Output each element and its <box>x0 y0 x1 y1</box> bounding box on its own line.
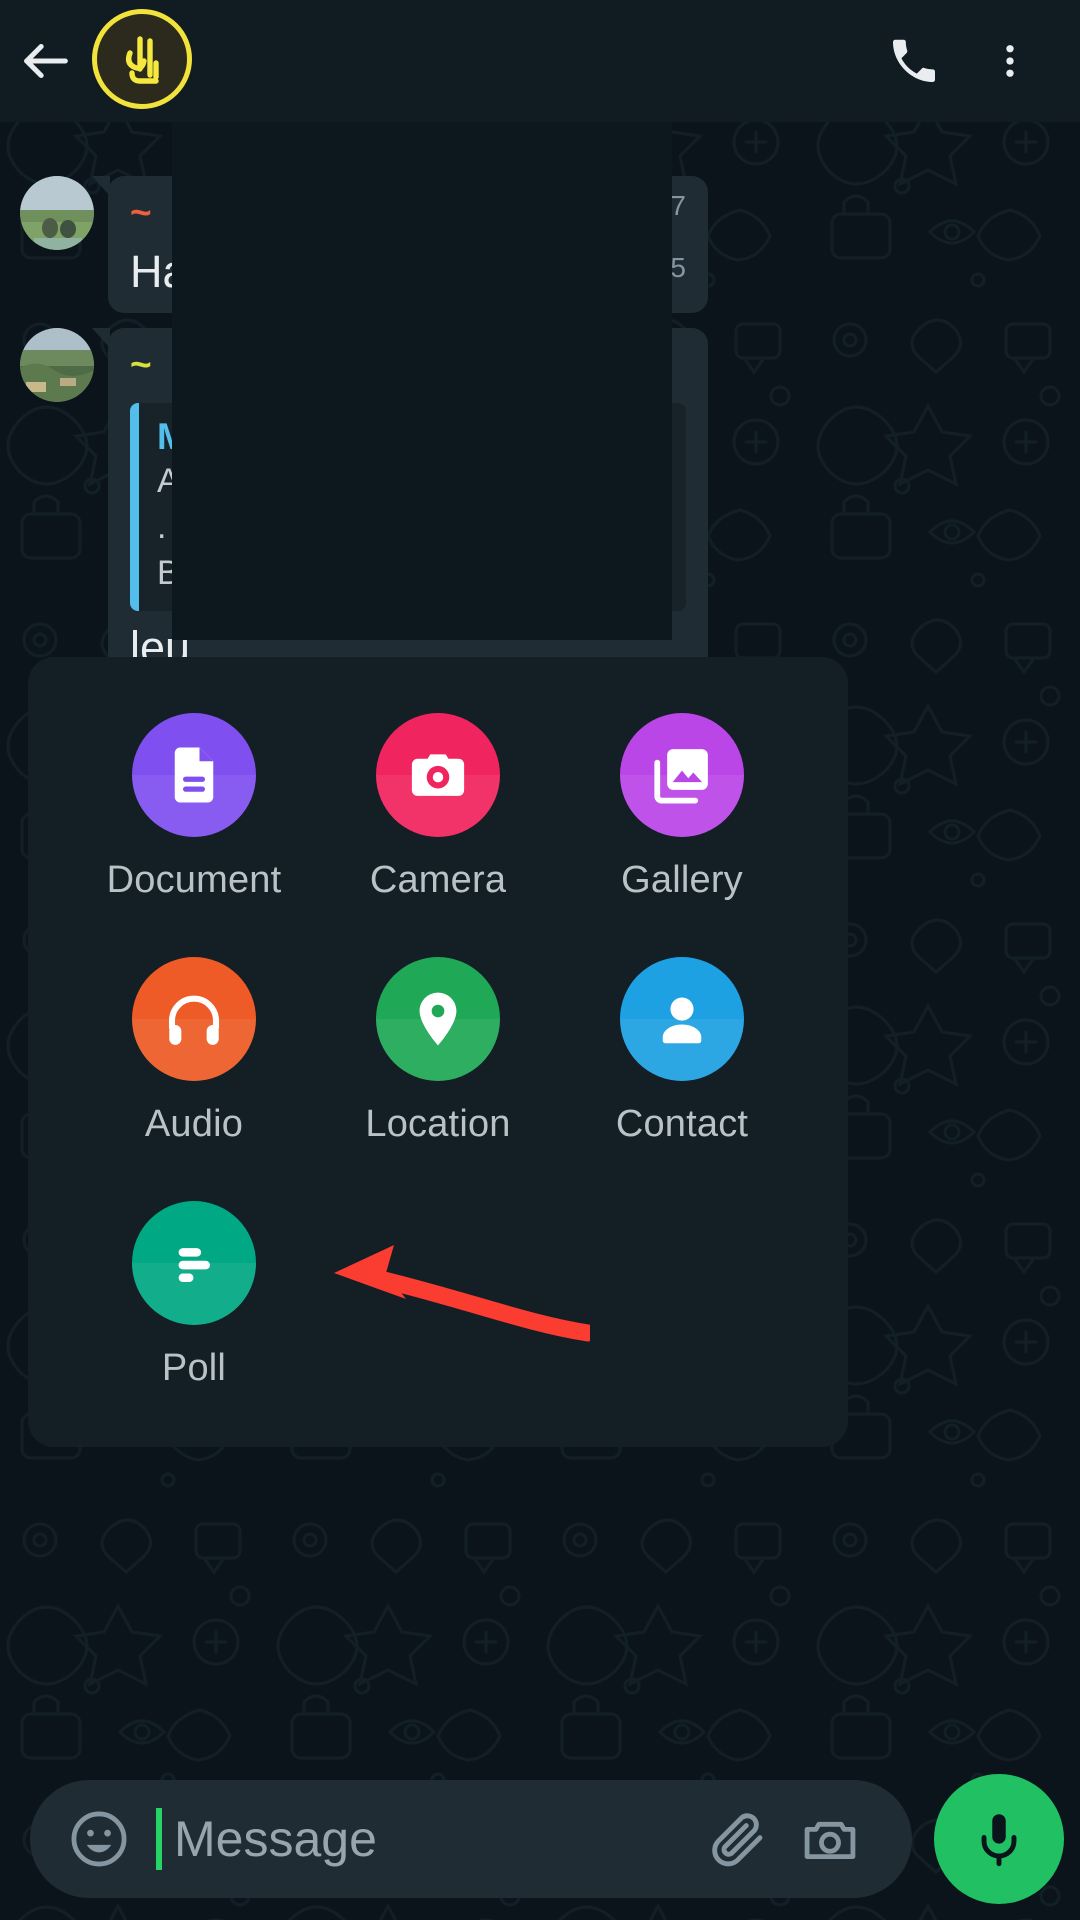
document-icon <box>174 747 214 803</box>
poll-button[interactable] <box>132 1201 256 1325</box>
contact-avatar[interactable] <box>92 9 196 113</box>
attachment-option-poll[interactable]: Poll <box>72 1201 316 1445</box>
contact-button[interactable] <box>620 957 744 1081</box>
attachment-option-document[interactable]: Document <box>72 713 316 957</box>
attachment-option-gallery[interactable]: Gallery <box>560 713 804 957</box>
calligraphy-logo-icon <box>125 36 159 84</box>
attachment-option-camera[interactable]: Camera <box>316 713 560 957</box>
document-button[interactable] <box>132 713 256 837</box>
attachment-label: Contact <box>615 1103 749 1145</box>
location-button[interactable] <box>376 957 500 1081</box>
camera-icon <box>411 754 465 796</box>
audio-button[interactable] <box>132 957 256 1081</box>
attachment-label: Document <box>106 859 282 901</box>
attachment-label: Location <box>365 1103 511 1145</box>
voice-record-button[interactable] <box>934 1774 1064 1904</box>
attach-button[interactable] <box>694 1808 782 1870</box>
gallery-icon <box>654 749 708 804</box>
attachment-label: Camera <box>369 859 507 901</box>
overflow-menu-button[interactable] <box>962 33 1058 89</box>
paperclip-icon <box>712 1813 763 1867</box>
attachment-option-location[interactable]: Location <box>316 957 560 1201</box>
person-icon <box>662 997 702 1044</box>
back-button[interactable] <box>0 32 92 90</box>
headphones-icon <box>168 995 220 1045</box>
message-input-pill[interactable]: Message <box>30 1780 912 1898</box>
attachment-option-contact[interactable]: Contact <box>560 957 804 1201</box>
attachment-label: Audio <box>144 1103 244 1145</box>
text-cursor <box>156 1808 162 1870</box>
message-time: 7 <box>670 190 686 221</box>
message-input[interactable]: Message <box>174 1810 694 1868</box>
voice-call-button[interactable] <box>866 33 962 89</box>
attachment-label: Gallery <box>621 859 743 901</box>
microphone-icon <box>981 1814 1017 1867</box>
poll-icon <box>178 1248 210 1282</box>
camera-shortcut-button[interactable] <box>782 1807 878 1871</box>
emoji-smiley-icon <box>71 1811 127 1867</box>
avatar[interactable] <box>20 328 94 402</box>
emoji-button[interactable] <box>64 1807 134 1871</box>
chat-app-bar <box>0 0 1080 122</box>
overflow-menu-icon <box>1006 45 1014 77</box>
attachment-sheet: Document Camera Gallery Audio Location C… <box>28 657 848 1447</box>
attachment-option-audio[interactable]: Audio <box>72 957 316 1201</box>
gallery-button[interactable] <box>620 713 744 837</box>
message-input-bar: Message <box>0 1758 1080 1920</box>
avatar[interactable] <box>20 176 94 250</box>
map-pin-icon <box>419 992 457 1046</box>
camera-button[interactable] <box>376 713 500 837</box>
attachment-grid: Document Camera Gallery Audio Location C… <box>28 657 848 1445</box>
camera-outline-icon <box>804 1821 856 1859</box>
attachment-label: Poll <box>161 1347 227 1389</box>
phone-icon <box>893 39 935 82</box>
